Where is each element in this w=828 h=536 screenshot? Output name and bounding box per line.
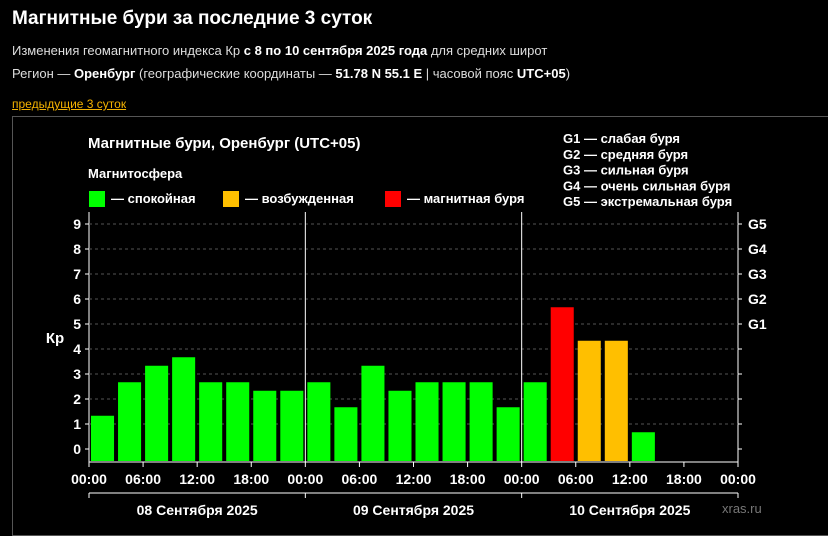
chart-title: Магнитные бури, Оренбург (UTC+05) — [88, 135, 361, 152]
x-tick-label: 00:00 — [71, 471, 107, 487]
x-tick-label: 00:00 — [720, 471, 756, 487]
kp-bar — [199, 382, 223, 461]
kp-bar — [145, 365, 169, 461]
x-tick-label: 00:00 — [504, 471, 540, 487]
kp-bar — [172, 357, 196, 461]
y-tick-label: 4 — [73, 341, 81, 357]
kp-bar — [442, 382, 466, 461]
kp-bar — [631, 432, 655, 461]
y-tick-label: 6 — [73, 291, 81, 307]
x-tick-label: 12:00 — [179, 471, 215, 487]
kp-bar — [523, 382, 547, 461]
y-tick-label: 7 — [73, 266, 81, 282]
y-tick-label: 9 — [73, 216, 81, 232]
x-tick-label: 18:00 — [666, 471, 702, 487]
kp-bar — [469, 382, 493, 461]
x-tick-label: 18:00 — [233, 471, 269, 487]
kp-bar — [550, 307, 574, 461]
g-legend-item: G2 — средняя буря — [563, 147, 688, 162]
x-tick-label: 18:00 — [450, 471, 486, 487]
kp-bar — [91, 415, 115, 461]
y-tick-label: 0 — [73, 441, 81, 457]
legend-swatch — [89, 191, 105, 207]
g-scale-label: G5 — [748, 216, 767, 232]
kp-bar — [415, 382, 439, 461]
g-scale-label: G3 — [748, 266, 767, 282]
x-tick-label: 12:00 — [612, 471, 648, 487]
y-tick-label: 8 — [73, 241, 81, 257]
day-label: 10 Сентября 2025 — [569, 502, 690, 518]
kp-bar — [307, 382, 331, 461]
day-label: 09 Сентября 2025 — [353, 502, 474, 518]
kp-bar — [361, 365, 385, 461]
legend-label: — магнитная буря — [407, 191, 524, 206]
g-scale-label: G2 — [748, 291, 767, 307]
kp-bar — [280, 390, 304, 461]
y-tick-label: 1 — [73, 416, 81, 432]
kp-bar — [496, 407, 520, 461]
g-scale-label: G4 — [748, 241, 767, 257]
legend-swatch — [385, 191, 401, 207]
g-legend-item: G5 — экстремальная буря — [563, 194, 732, 209]
kp-chart: 0 1 2 3 4 5 6 7 8 9 G1 G2 G3 G4 G5 00:00 06:00 12:00 18:00… — [46, 131, 767, 518]
kp-bar — [604, 340, 628, 461]
g-scale-label: G1 — [748, 316, 767, 332]
g-legend-item: G1 — слабая буря — [563, 131, 680, 146]
y-tick-label: 5 — [73, 316, 81, 332]
kp-bar — [226, 382, 250, 461]
legend-swatch — [223, 191, 239, 207]
x-tick-label: 06:00 — [342, 471, 378, 487]
g-legend-item: G3 — сильная буря — [563, 163, 689, 178]
kp-bar — [118, 382, 142, 461]
x-tick-label: 06:00 — [125, 471, 161, 487]
legend-label: — спокойная — [111, 191, 196, 206]
kp-bar — [577, 340, 601, 461]
y-tick-label: 3 — [73, 366, 81, 382]
kp-bar — [388, 390, 412, 461]
legend-label: — возбужденная — [245, 191, 354, 206]
x-tick-label: 06:00 — [558, 471, 594, 487]
g-legend-item: G4 — очень сильная буря — [563, 178, 730, 193]
kp-bar — [253, 390, 277, 461]
x-tick-label: 00:00 — [287, 471, 323, 487]
kp-bar — [334, 407, 358, 461]
legend-title: Магнитосфера — [88, 166, 183, 181]
watermark: xras.ru — [722, 501, 762, 516]
day-label: 08 Сентября 2025 — [137, 502, 258, 518]
x-tick-label: 12:00 — [396, 471, 432, 487]
y-tick-label: 2 — [73, 391, 81, 407]
y-axis-label: Кр — [46, 330, 64, 347]
